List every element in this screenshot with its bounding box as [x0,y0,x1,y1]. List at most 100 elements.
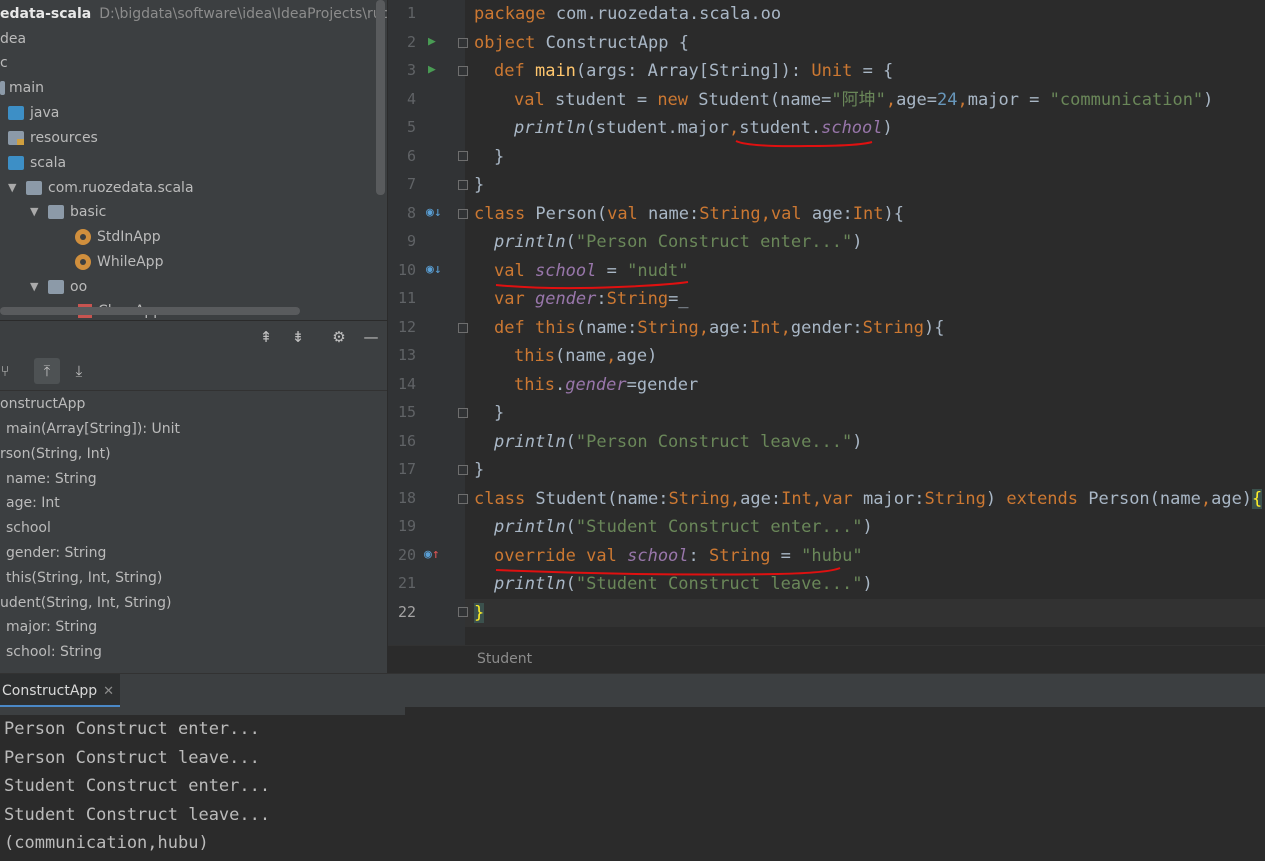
fold-icon[interactable] [458,494,468,504]
breadcrumb-item[interactable]: Student [477,651,532,667]
line-number: 7 [406,175,416,193]
code-token: (name [554,346,607,366]
autoscroll-from-source-icon[interactable]: ⤓ [66,358,92,384]
package-icon [48,205,64,219]
code-token: var [494,289,525,309]
tree-item-label: basic [70,204,107,220]
code-token: new [657,90,689,110]
run-console[interactable]: Person Construct enter... Person Constru… [0,707,1265,861]
structure-item[interactable]: major: String [6,615,97,639]
scala-object-icon [75,229,91,245]
code-token: major = [967,90,1050,110]
code-token: ) [862,574,873,594]
code-token: , [957,90,968,110]
line-number: 19 [397,517,416,535]
collapse-all-icon[interactable]: ⇟ [288,327,308,347]
code-token: String [709,61,771,81]
structure-item[interactable]: this(String, Int, String) [6,566,162,590]
code-token: age= [896,90,938,110]
code-line-10: val school = "nudt" [494,257,689,285]
tree-item-whileapp[interactable]: WhileApp [75,250,163,274]
structure-item[interactable]: name: String [6,467,97,491]
line-number: 12 [397,317,416,336]
fold-icon[interactable] [458,38,468,48]
code-token: = { [852,61,894,81]
fold-icon[interactable] [458,180,468,190]
run-tab-constructapp[interactable]: ConstructApp ✕ [0,674,121,708]
run-icon[interactable]: ▶ [428,62,436,77]
tree-item-scala[interactable]: scala [8,151,66,175]
chevron-down-icon[interactable]: ▼ [8,176,20,200]
code-token: main [534,61,576,81]
tree-item-java[interactable]: java [8,101,59,125]
console-output-line: Student Construct enter... [4,776,271,796]
line-number: 3 [406,61,416,79]
fold-icon[interactable] [458,607,468,617]
tree-item-main[interactable]: main [0,76,44,100]
tree-item-oo[interactable]: ▼ oo [30,275,87,299]
line-number: 1 [406,4,416,22]
code-token: school [627,546,689,566]
code-token: "Student Construct enter..." [575,517,863,537]
structure-item[interactable]: onstructApp [0,392,85,416]
code-token: (args: [575,61,648,81]
project-vertical-scrollbar[interactable] [376,0,385,195]
code-token: "communication" [1049,90,1204,110]
overrides-icon[interactable]: ◉↑ [424,547,440,562]
tree-item-src[interactable]: c [0,51,8,75]
fold-icon[interactable] [458,465,468,475]
tree-item-basic[interactable]: ▼ basic [30,200,106,224]
code-token: , [885,90,897,110]
tree-item-label: StdInApp [97,229,161,245]
structure-item[interactable]: age: Int [6,491,60,515]
chevron-down-icon[interactable]: ▼ [30,200,42,224]
code-token: ]): [770,61,812,81]
tree-item-stdinapp[interactable]: StdInApp [75,225,161,249]
chevron-down-icon[interactable]: ▼ [30,275,42,299]
code-token: println [494,574,566,594]
expand-all-icon[interactable]: ⇞ [256,327,276,347]
tree-item-com-ruozedata-scala[interactable]: ▼ com.ruozedata.scala [8,176,194,200]
implemented-icon[interactable]: ◉↓ [426,262,442,277]
structure-item[interactable]: gender: String [6,541,106,565]
line-number: 5 [406,118,416,136]
console-output-line: Person Construct enter... [4,719,260,739]
structure-item[interactable]: school [6,516,51,540]
fold-icon[interactable] [458,408,468,418]
filter-icon[interactable]: ⑂ [0,358,18,384]
code-token: , [698,318,709,338]
editor-breadcrumb[interactable]: Student [388,645,1265,674]
implemented-icon[interactable]: ◉↓ [426,205,442,220]
code-token: def [494,61,525,81]
code-token: [ [698,61,710,81]
code-token: println [514,118,586,138]
source-folder-icon [8,106,24,120]
minimize-icon[interactable]: — [361,327,381,347]
run-icon[interactable]: ▶ [428,34,436,49]
structure-item[interactable]: main(Array[String]): Unit [6,417,180,441]
matched-brace: { [1252,489,1263,509]
structure-item[interactable]: rson(String, Int) [0,442,111,466]
fold-icon[interactable] [458,323,468,333]
code-token: =_ [668,289,689,309]
autoscroll-to-source-icon[interactable]: ⤒ [34,358,60,384]
code-editor[interactable]: 1 2 3 4 5 6 7 8 9 10 11 12 13 14 15 16 17 18 19 20 21 22 ▶ ▶ … [388,0,1265,645]
structure-item[interactable]: udent(String, Int, String) [0,591,172,615]
code-line-4: val student = new Student(name="阿坤",age=… [514,86,1213,114]
tree-item-resources[interactable]: resources [8,126,98,150]
fold-icon[interactable] [458,209,468,219]
structure-item[interactable]: school: String [6,640,102,664]
code-token: extends [1006,489,1079,509]
project-horizontal-scrollbar[interactable] [0,307,300,315]
code-token: this [524,318,576,338]
code-token: String [709,546,771,566]
tree-item-idea[interactable]: dea [0,27,26,51]
gear-icon[interactable]: ⚙ [329,327,349,347]
project-tool-window: edata-scala D:\bigdata\software\idea\Ide… [0,0,387,320]
project-root[interactable]: edata-scala D:\bigdata\software\idea\Ide… [0,2,387,26]
close-icon[interactable]: ✕ [103,684,114,699]
fold-icon[interactable] [458,151,468,161]
code-token: val [494,261,525,281]
code-token: Student(name: [525,489,669,509]
fold-icon[interactable] [458,66,468,76]
